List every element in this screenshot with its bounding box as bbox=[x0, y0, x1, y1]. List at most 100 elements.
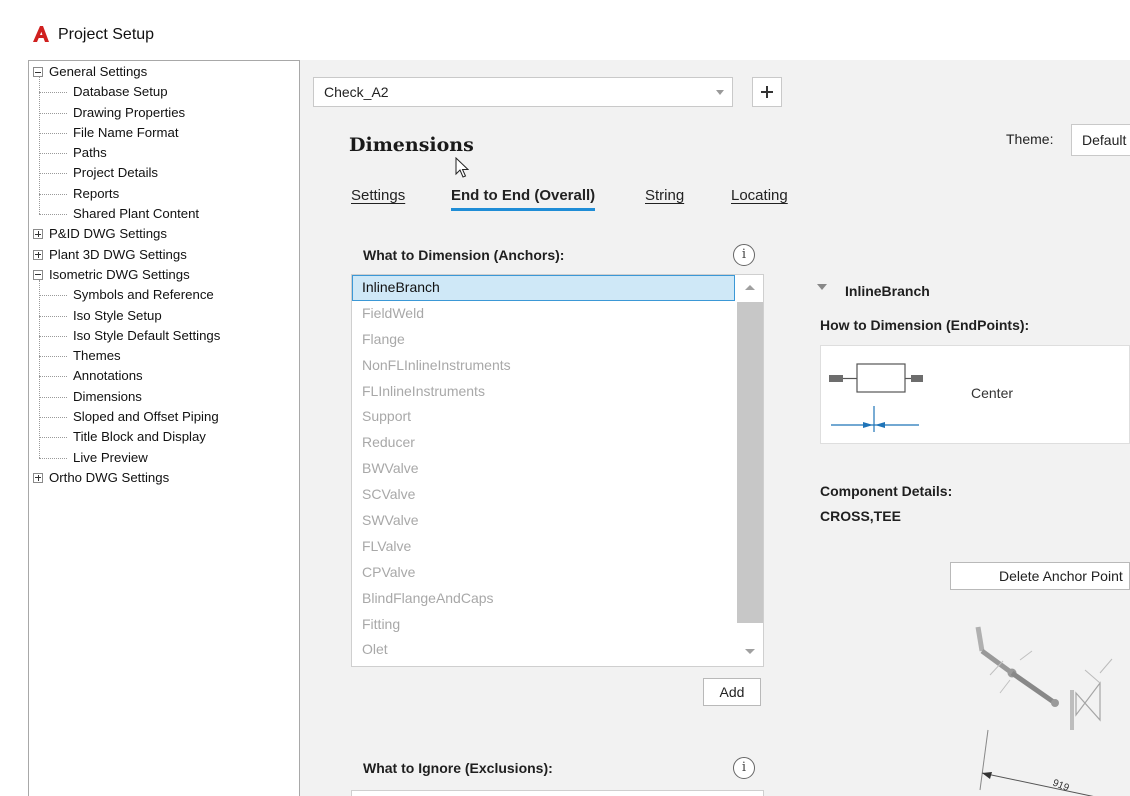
title-bar: Project Setup bbox=[0, 0, 1130, 60]
anchor-list-item[interactable]: Flange bbox=[352, 327, 763, 353]
tree-connector bbox=[39, 315, 67, 317]
dimensions-panel: Check_A2 Dimensions Theme: Default Setti… bbox=[300, 60, 1130, 796]
tree-item-symbols-and-reference[interactable]: Symbols and Reference bbox=[29, 285, 299, 305]
tree-item-label: Database Setup bbox=[73, 84, 168, 100]
anchor-list-item[interactable]: FLValve bbox=[352, 534, 763, 560]
anchor-list-item[interactable]: BlindFlangeAndCaps bbox=[352, 586, 763, 612]
tab-end-to-end[interactable]: End to End (Overall) bbox=[451, 187, 596, 211]
anchors-list[interactable]: InlineBranch FieldWeld Flange NonFLInlineIn… bbox=[351, 274, 764, 667]
anchors-heading: What to Dimension (Anchors): bbox=[363, 247, 565, 263]
tree-item-shared-plant-content[interactable]: Shared Plant Content bbox=[29, 204, 299, 224]
tree-item-label: Title Block and Display bbox=[73, 429, 206, 445]
tab-settings[interactable]: Settings bbox=[351, 187, 405, 204]
preview-dimension-label: 919 bbox=[1051, 778, 1071, 795]
tree-group-general-settings[interactable]: General Settings bbox=[29, 62, 299, 82]
info-icon[interactable]: i bbox=[733, 757, 755, 779]
tree-connector bbox=[39, 92, 67, 94]
anchor-list-item[interactable]: Reducer bbox=[352, 430, 763, 456]
tree-item-database-setup[interactable]: Database Setup bbox=[29, 82, 299, 102]
scroll-up-icon[interactable] bbox=[745, 285, 755, 290]
tree-item-live-preview[interactable]: Live Preview bbox=[29, 448, 299, 468]
collapse-triangle-icon[interactable] bbox=[817, 284, 827, 290]
component-details-heading: Component Details: bbox=[820, 483, 953, 499]
expand-plus-icon[interactable] bbox=[33, 472, 43, 483]
anchor-list-item[interactable]: Olet bbox=[352, 637, 763, 663]
anchor-detail-title: InlineBranch bbox=[845, 283, 930, 299]
tree-item-label: Ortho DWG Settings bbox=[49, 469, 170, 485]
scroll-thumb[interactable] bbox=[737, 302, 763, 623]
endpoint-option-card[interactable]: Center bbox=[820, 345, 1130, 444]
tree-item-annotations[interactable]: Annotations bbox=[29, 366, 299, 386]
iso-style-combo-value: Check_A2 bbox=[324, 84, 389, 100]
collapse-minus-icon[interactable] bbox=[33, 67, 43, 77]
tree-group-isometric-dwg-settings[interactable]: Isometric DWG Settings bbox=[29, 265, 299, 285]
tree-item-drawing-properties[interactable]: Drawing Properties bbox=[29, 103, 299, 123]
anchor-list-item[interactable]: NonFLInlineInstruments bbox=[352, 353, 763, 379]
tree-item-reports[interactable]: Reports bbox=[29, 184, 299, 204]
add-style-button[interactable] bbox=[752, 77, 782, 107]
tree-item-label: Plant 3D DWG Settings bbox=[49, 246, 187, 262]
tree-item-label: Iso Style Setup bbox=[73, 307, 162, 323]
tree-item-sloped-and-offset-piping[interactable]: Sloped and Offset Piping bbox=[29, 407, 299, 427]
tree-item-label: Project Details bbox=[73, 165, 159, 181]
tree-connector bbox=[39, 112, 67, 114]
exclusions-list[interactable] bbox=[351, 790, 764, 796]
anchor-list-item[interactable]: SCValve bbox=[352, 482, 763, 508]
tab-string[interactable]: String bbox=[645, 187, 684, 204]
tree-item-label: Annotations bbox=[73, 368, 143, 384]
tree-item-themes[interactable]: Themes bbox=[29, 346, 299, 366]
anchor-list-item[interactable]: Fitting bbox=[352, 612, 763, 638]
tree-item-label: Shared Plant Content bbox=[73, 206, 200, 222]
add-anchor-button[interactable]: Add bbox=[703, 678, 761, 706]
chevron-down-icon bbox=[716, 90, 724, 95]
tree-item-label: Symbols and Reference bbox=[73, 287, 214, 303]
tree-group-ortho-dwg-settings[interactable]: Ortho DWG Settings bbox=[29, 468, 299, 488]
tab-locating[interactable]: Locating bbox=[731, 187, 788, 204]
tree-group-plant-3d-dwg-settings[interactable]: Plant 3D DWG Settings bbox=[29, 245, 299, 265]
delete-anchor-point-button[interactable]: Delete Anchor Point bbox=[950, 562, 1130, 590]
tree-item-iso-style-default-settings[interactable]: Iso Style Default Settings bbox=[29, 326, 299, 346]
page-title: Dimensions bbox=[349, 134, 474, 156]
anchor-list-item[interactable]: FieldWeld bbox=[352, 301, 763, 327]
anchor-list-item[interactable]: CPValve bbox=[352, 560, 763, 586]
expand-plus-icon[interactable] bbox=[33, 249, 43, 260]
scroll-down-icon[interactable] bbox=[745, 649, 755, 654]
anchor-list-item[interactable]: Support bbox=[352, 404, 763, 430]
tree-item-label: Sloped and Offset Piping bbox=[73, 409, 219, 425]
window-title: Project Setup bbox=[58, 26, 155, 43]
tree-item-dimensions[interactable]: Dimensions bbox=[29, 387, 299, 407]
theme-label: Theme: bbox=[1006, 131, 1054, 147]
tree-connector bbox=[39, 295, 67, 297]
settings-tree[interactable]: General Settings Database Setup Drawing Pr… bbox=[28, 60, 300, 796]
tree-group-p-id-dwg-settings[interactable]: P&ID DWG Settings bbox=[29, 224, 299, 244]
tree-item-file-name-format[interactable]: File Name Format bbox=[29, 123, 299, 143]
collapse-minus-icon[interactable] bbox=[33, 269, 43, 280]
anchors-scrollbar[interactable] bbox=[736, 275, 763, 666]
exclusions-heading: What to Ignore (Exclusions): bbox=[363, 760, 553, 776]
anchor-list-item[interactable]: BWValve bbox=[352, 456, 763, 482]
anchor-list-item[interactable]: FLInlineInstruments bbox=[352, 379, 763, 405]
center-endpoint-icon bbox=[829, 363, 923, 432]
theme-combo[interactable]: Default bbox=[1071, 124, 1130, 156]
tree-connector bbox=[39, 356, 67, 358]
tree-connector bbox=[39, 193, 67, 195]
how-to-dimension-heading: How to Dimension (EndPoints): bbox=[820, 317, 1030, 333]
tree-connector bbox=[39, 173, 67, 175]
tree-connector bbox=[39, 457, 67, 459]
iso-style-combo[interactable]: Check_A2 bbox=[313, 77, 733, 107]
tree-item-project-details[interactable]: Project Details bbox=[29, 163, 299, 183]
expand-plus-icon[interactable] bbox=[33, 229, 43, 240]
theme-combo-value: Default bbox=[1082, 132, 1127, 148]
tree-item-label: Reports bbox=[73, 185, 120, 201]
anchor-list-item[interactable]: InlineBranch bbox=[352, 275, 735, 301]
tree-item-title-block-and-display[interactable]: Title Block and Display bbox=[29, 427, 299, 447]
endpoint-option-label: Center bbox=[971, 385, 1014, 401]
tree-item-label: Themes bbox=[73, 348, 121, 364]
tree-item-iso-style-setup[interactable]: Iso Style Setup bbox=[29, 306, 299, 326]
tree-connector bbox=[39, 77, 40, 215]
tree-item-paths[interactable]: Paths bbox=[29, 143, 299, 163]
mouse-pointer-icon bbox=[455, 157, 469, 178]
tree-connector bbox=[39, 335, 67, 337]
anchor-list-item[interactable]: SWValve bbox=[352, 508, 763, 534]
info-icon[interactable]: i bbox=[733, 244, 755, 266]
